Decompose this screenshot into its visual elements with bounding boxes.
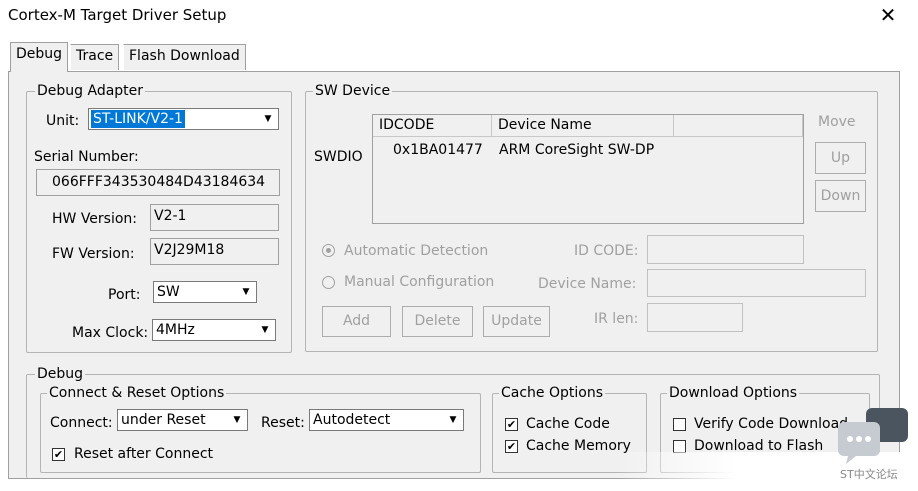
max-clock-label: Max Clock: — [72, 325, 149, 341]
move-label: Move — [818, 114, 856, 130]
hw-version-label: HW Version: — [52, 211, 138, 227]
device-name-field[interactable] — [647, 269, 866, 297]
max-clock-value: 4MHz — [156, 322, 195, 338]
verify-code-download-checkbox[interactable] — [673, 418, 686, 431]
serial-number-label: Serial Number: — [34, 149, 139, 165]
column-header-device-name[interactable]: Device Name — [492, 115, 674, 137]
tab-trace[interactable]: Trace — [70, 44, 120, 70]
ir-len-label: IR len: — [594, 311, 639, 327]
chevron-down-icon[interactable]: ▼ — [259, 110, 277, 128]
fw-version-field: V2J29M18 — [150, 238, 279, 265]
automatic-detection-radio[interactable] — [322, 244, 335, 257]
window-title: Cortex-M Target Driver Setup — [8, 6, 227, 24]
reset-after-connect-label: Reset after Connect — [74, 446, 214, 462]
serial-number-value: 066FFF343530484D43184634 — [52, 174, 266, 190]
id-code-label: ID CODE: — [574, 243, 639, 259]
up-button[interactable]: Up — [815, 142, 866, 174]
cache-options-legend: Cache Options — [499, 385, 606, 401]
tab-debug[interactable]: Debug — [10, 42, 69, 72]
port-label: Port: — [108, 287, 141, 303]
row-device-name: ARM CoreSight SW-DP — [499, 142, 655, 158]
swdio-label: SWDIO — [314, 149, 363, 165]
debug-group-legend: Debug — [35, 366, 86, 382]
sw-device-list[interactable]: IDCODE Device Name 0x1BA01477 ARM CoreSi… — [372, 114, 804, 224]
update-button[interactable]: Update — [483, 306, 550, 337]
connect-value: under Reset — [121, 412, 206, 428]
unit-label: Unit: — [46, 113, 80, 129]
down-button[interactable]: Down — [815, 180, 866, 212]
column-header-spacer — [674, 115, 803, 137]
debug-adapter-legend: Debug Adapter — [35, 83, 146, 99]
close-icon[interactable]: ✕ — [876, 2, 900, 28]
hw-version-field: V2-1 — [150, 204, 279, 231]
id-code-field[interactable] — [647, 235, 804, 264]
sw-device-legend: SW Device — [313, 83, 393, 99]
manual-configuration-label: Manual Configuration — [344, 274, 495, 290]
serial-number-field: 066FFF343530484D43184634 — [36, 169, 280, 196]
automatic-detection-label: Automatic Detection — [344, 243, 489, 259]
chat-bubble-icon — [838, 408, 908, 464]
cache-code-label: Cache Code — [526, 416, 610, 432]
device-name-label: Device Name: — [538, 276, 637, 292]
chevron-down-icon[interactable]: ▼ — [228, 411, 246, 429]
download-options-legend: Download Options — [667, 385, 800, 401]
connect-select[interactable]: under Reset ▼ — [117, 409, 248, 431]
watermark-text: ST中文论坛 — [840, 468, 898, 481]
column-header-idcode[interactable]: IDCODE — [373, 115, 492, 137]
max-clock-select[interactable]: 4MHz ▼ — [152, 319, 276, 341]
unit-value: ST-LINK/V2-1 — [91, 110, 185, 128]
cache-memory-checkbox[interactable]: ✔ — [505, 440, 518, 453]
tab-flash-download[interactable]: Flash Download — [123, 44, 246, 70]
reset-label: Reset: — [261, 415, 305, 431]
fw-version-value: V2J29M18 — [154, 242, 225, 258]
row-idcode: 0x1BA01477 — [393, 142, 483, 158]
cache-code-checkbox[interactable]: ✔ — [505, 418, 518, 431]
connect-label: Connect: — [50, 415, 113, 431]
reset-value: Autodetect — [313, 412, 391, 428]
chevron-down-icon[interactable]: ▼ — [256, 321, 274, 339]
table-row[interactable]: 0x1BA01477 ARM CoreSight SW-DP — [373, 138, 803, 160]
manual-configuration-radio[interactable] — [322, 276, 335, 289]
chevron-down-icon[interactable]: ▼ — [237, 283, 255, 301]
reset-after-connect-checkbox[interactable]: ✔ — [52, 448, 65, 461]
unit-select[interactable]: ST-LINK/V2-1 ▼ — [88, 108, 279, 130]
fw-version-label: FW Version: — [52, 246, 135, 262]
connect-reset-legend: Connect & Reset Options — [47, 385, 227, 401]
reset-select[interactable]: Autodetect ▼ — [309, 409, 464, 431]
ir-len-field[interactable] — [647, 303, 743, 332]
add-button[interactable]: Add — [322, 306, 391, 337]
port-value: SW — [157, 284, 180, 300]
chevron-down-icon[interactable]: ▼ — [444, 411, 462, 429]
verify-code-download-label: Verify Code Download — [694, 416, 849, 432]
delete-button[interactable]: Delete — [402, 306, 473, 337]
port-select[interactable]: SW ▼ — [153, 281, 257, 303]
hw-version-value: V2-1 — [154, 208, 187, 224]
